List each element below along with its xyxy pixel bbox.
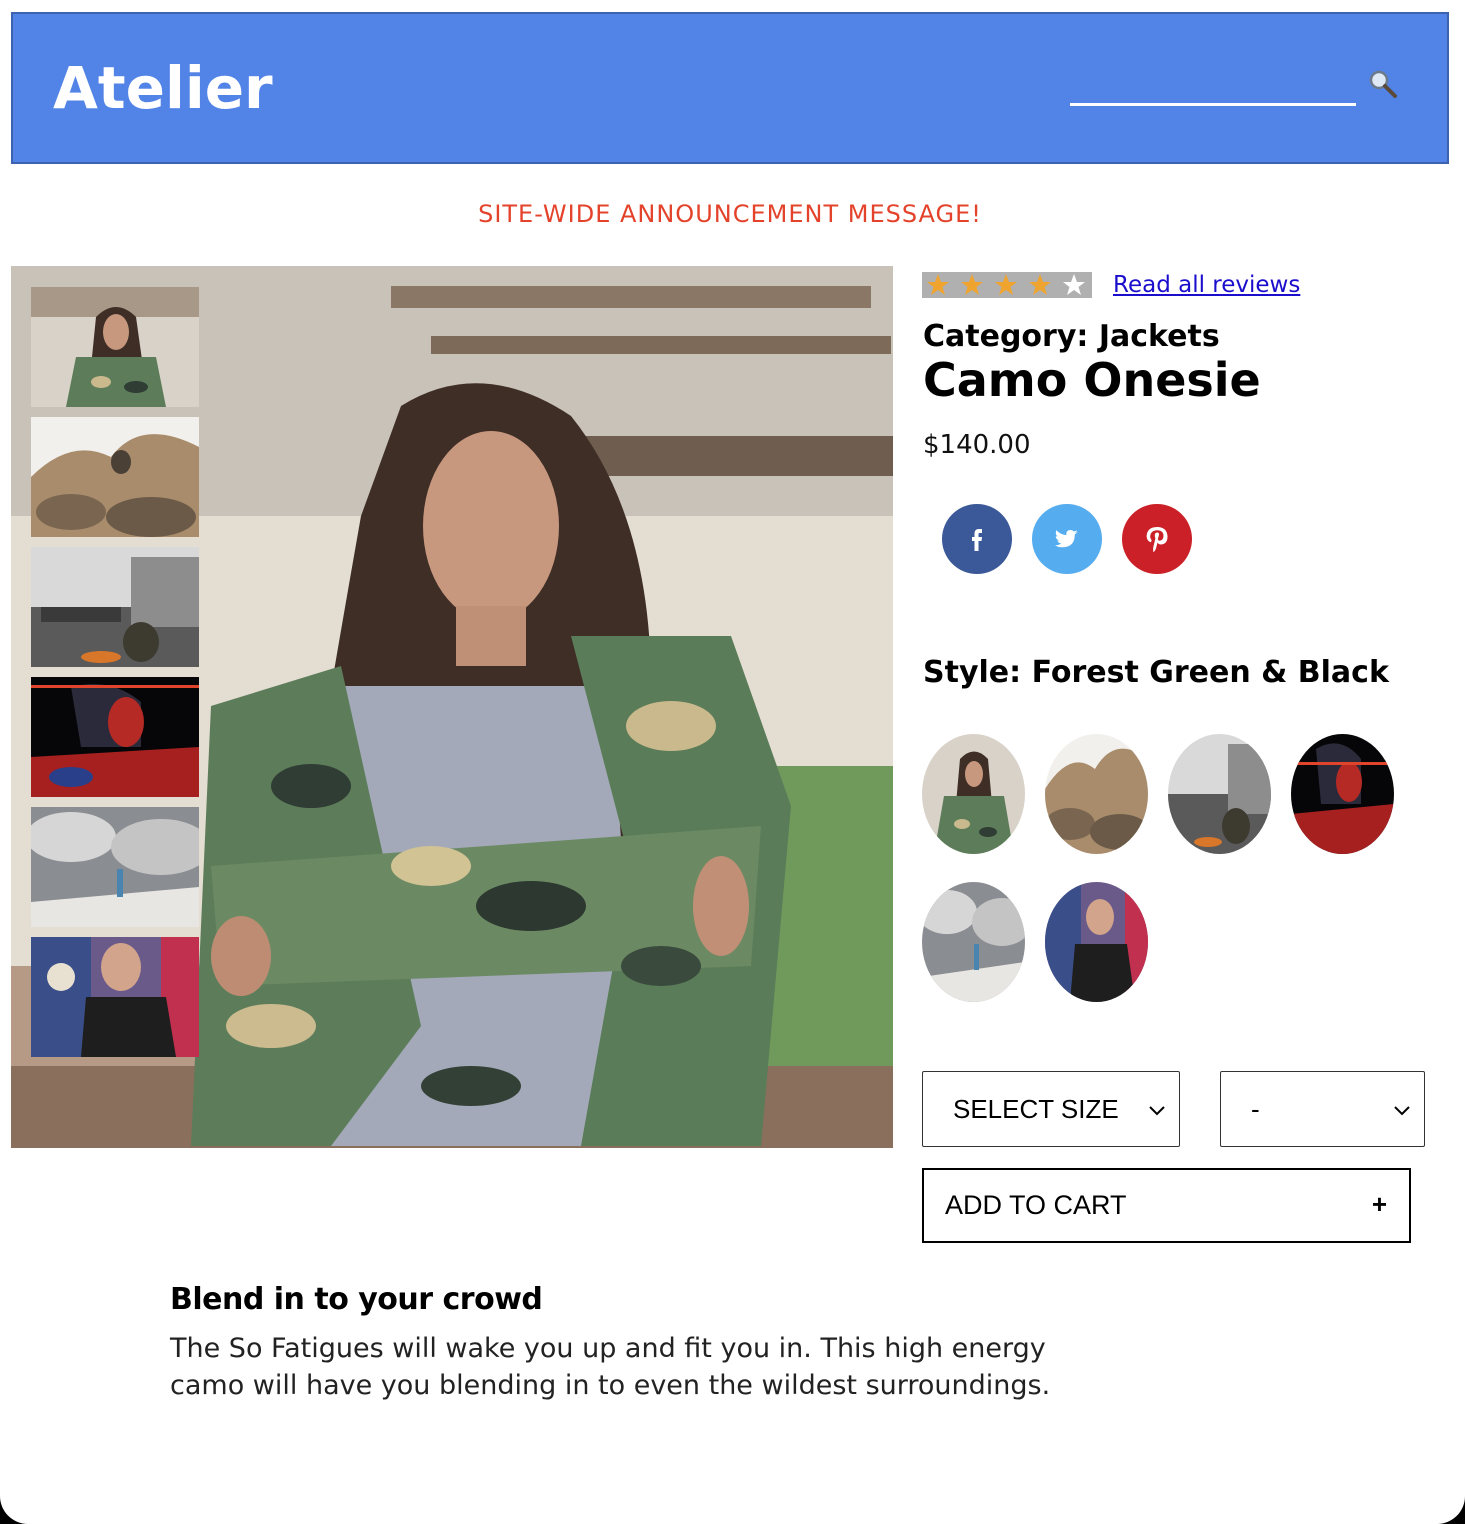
site-logo[interactable]: Atelier [53,54,273,122]
product-category: Category: Jackets [923,319,1220,354]
pinterest-icon [1146,527,1168,552]
plus-icon: + [1371,1189,1387,1219]
add-to-cart-label: ADD TO CART [945,1190,1127,1220]
thumbnail-3[interactable] [31,547,199,667]
chevron-down-icon [1394,1106,1410,1116]
site-header: Atelier [11,12,1449,164]
star-icon-3 [995,274,1017,295]
thumbnail-5[interactable] [31,807,199,927]
star-rating [922,272,1092,298]
quantity-select-value: - [1251,1094,1260,1124]
quantity-select[interactable]: - [1220,1071,1425,1147]
star-icon-1 [927,274,949,295]
add-to-cart-button[interactable]: ADD TO CART + [922,1168,1411,1243]
product-page: Atelier SITE-WIDE ANNOUNCEMENT MESSAGE! [0,0,1465,1524]
announcement-banner: SITE-WIDE ANNOUNCEMENT MESSAGE! [478,200,982,228]
thumbnail-6[interactable] [31,937,199,1057]
twitter-share-button[interactable] [1032,504,1102,574]
search-icon[interactable] [1368,69,1398,99]
style-swatch-4[interactable] [1291,734,1394,854]
description-text: The So Fatigues will wake you up and fit… [170,1333,1051,1401]
read-reviews-link[interactable]: Read all reviews [1113,272,1300,298]
star-icon-5 [1063,274,1085,295]
twitter-icon [1055,530,1078,548]
style-label: Style: Forest Green & Black [923,655,1389,690]
search-bar [1070,64,1400,114]
style-swatch-3[interactable] [1168,734,1271,854]
style-swatch-1[interactable] [922,734,1025,854]
style-swatch-5[interactable] [922,882,1025,1002]
thumbnail-1[interactable] [31,287,199,407]
chevron-down-icon [1149,1106,1165,1116]
search-input[interactable] [1070,64,1356,106]
thumbnail-4[interactable] [31,677,199,797]
star-icon-2 [961,274,983,295]
size-select-value: SELECT SIZE [953,1094,1119,1124]
product-title: Camo Onesie [923,353,1261,407]
pinterest-share-button[interactable] [1122,504,1192,574]
facebook-share-button[interactable] [942,504,1012,574]
thumbnail-2[interactable] [31,417,199,537]
facebook-icon [972,529,982,551]
thumbnail-list [31,287,199,1067]
size-select[interactable]: SELECT SIZE [922,1071,1180,1147]
star-icon-4 [1029,274,1051,295]
product-gallery [11,266,893,1148]
description-title: Blend in to your crowd [170,1282,543,1317]
product-price: $140.00 [923,430,1031,460]
style-swatch-2[interactable] [1045,734,1148,854]
style-swatch-6[interactable] [1045,882,1148,1002]
